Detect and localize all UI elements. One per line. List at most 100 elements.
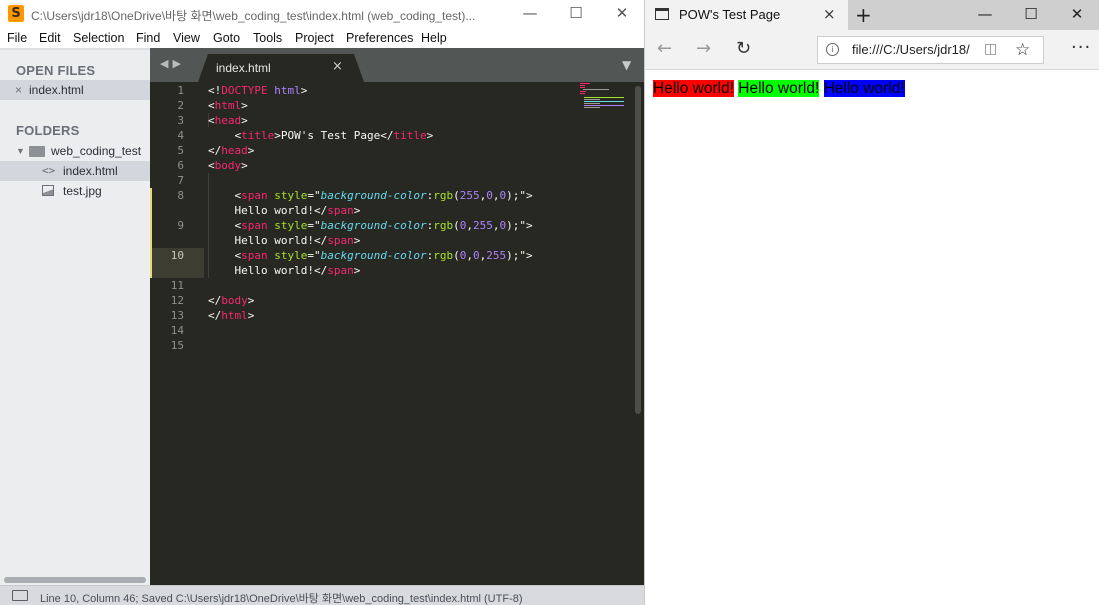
editor-scrollbar[interactable]: [635, 86, 641, 414]
hello-red-span: Hello world!: [653, 80, 734, 97]
code-line-4: <title>POW's Test Page</title>: [208, 129, 434, 142]
back-arrow-icon[interactable]: ←: [657, 38, 672, 59]
tab-dropdown-icon[interactable]: ▼: [622, 58, 631, 72]
code-file-icon: <>: [42, 164, 56, 177]
edge-minimize-button[interactable]: —: [962, 0, 1008, 30]
info-icon[interactable]: i: [826, 43, 839, 56]
code-line-5: </head>: [208, 144, 255, 157]
web-page-viewport: Hello world! Hello world! Hello world!: [645, 71, 1099, 605]
edge-toolbar: ← → ↻ i file:///C:/Users/jdr18/ ◫ ☆ ···: [645, 30, 1099, 70]
code-line-1: <!DOCTYPE html>: [208, 84, 308, 97]
line-number: 8: [177, 189, 184, 202]
sublime-title-bar: S C:\Users\jdr18\OneDrive\바탕 화면\web_codi…: [0, 0, 644, 28]
line-number: 11: [170, 279, 184, 292]
menu-file[interactable]: File: [7, 31, 27, 45]
edge-tab[interactable]: POW's Test Page ×: [645, 0, 848, 30]
code-line-2: <html>: [208, 99, 248, 112]
minimap[interactable]: [580, 82, 636, 122]
refresh-icon[interactable]: ↻: [736, 38, 751, 59]
menu-goto[interactable]: Goto: [213, 31, 240, 45]
code-line-8: <span style="background-color:rgb(255,0,…: [208, 189, 533, 202]
reading-view-icon[interactable]: ◫: [984, 41, 997, 57]
edge-window: POW's Test Page × + — ☐ ✕ ← → ↻ i file:/…: [644, 0, 1099, 605]
edge-tab-close-icon[interactable]: ×: [823, 5, 836, 23]
address-bar[interactable]: i file:///C:/Users/jdr18/ ◫ ☆: [817, 36, 1044, 64]
tab-label[interactable]: index.html: [216, 61, 271, 75]
page-content: Hello world! Hello world! Hello world!: [653, 80, 905, 98]
tab-nav-arrows-icon[interactable]: ◀▶: [160, 57, 185, 70]
line-number: 6: [177, 159, 184, 172]
code-line-9: <span style="background-color:rgb(0,255,…: [208, 219, 533, 232]
code-line-8-wrap: Hello world!</span>: [234, 204, 361, 217]
folders-header: FOLDERS: [16, 123, 80, 138]
line-number: 15: [170, 339, 184, 352]
code-line-10: <span style="background-color:rgb(0,0,25…: [208, 249, 533, 262]
line-number: 2: [177, 99, 184, 112]
sidebar-file-test-jpg[interactable]: test.jpg: [0, 181, 150, 201]
open-file-label: index.html: [29, 83, 84, 97]
folder-item[interactable]: ▼ web_coding_test: [0, 141, 150, 161]
image-file-icon: [42, 185, 54, 196]
page-tab-icon: [655, 8, 669, 20]
sidebar-file-label: test.jpg: [63, 184, 102, 198]
sidebar: OPEN FILES × index.html FOLDERS ▼ web_co…: [0, 48, 150, 585]
forward-arrow-icon[interactable]: →: [696, 38, 711, 59]
code-line-9-wrap: Hello world!</span>: [234, 234, 361, 247]
menu-view[interactable]: View: [173, 31, 200, 45]
favorite-star-icon[interactable]: ☆: [1015, 40, 1030, 60]
line-number: 3: [177, 114, 184, 127]
menu-project[interactable]: Project: [295, 31, 334, 45]
line-number: 7: [177, 174, 184, 187]
code-line-3: <head>: [208, 114, 248, 127]
menu-help[interactable]: Help: [421, 31, 447, 45]
edge-tab-title[interactable]: POW's Test Page: [679, 7, 780, 22]
code-line-13: </html>: [208, 309, 255, 322]
sidebar-file-index[interactable]: <> index.html: [0, 161, 150, 181]
tab-close-icon[interactable]: ×: [332, 59, 343, 74]
line-number-gutter: 1 2 3 4 5 6 7 8 9 10 11 12 13 14 15: [150, 82, 198, 585]
menu-edit[interactable]: Edit: [39, 31, 61, 45]
code-editor[interactable]: 1 2 3 4 5 6 7 8 9 10 11 12 13 14 15 <!DO…: [150, 82, 644, 585]
folder-expand-icon[interactable]: ▼: [16, 141, 25, 161]
line-number: 10: [170, 249, 184, 262]
line-number: 13: [170, 309, 184, 322]
menu-preferences[interactable]: Preferences: [346, 31, 413, 45]
status-text: Line 10, Column 46; Saved C:\Users\jdr18…: [40, 593, 523, 605]
line-number: 5: [177, 144, 184, 157]
edge-maximize-button[interactable]: ☐: [1008, 0, 1054, 30]
line-number: 14: [170, 324, 184, 337]
panel-toggle-icon[interactable]: [12, 590, 28, 601]
line-number: 4: [177, 129, 184, 142]
menu-tools[interactable]: Tools: [253, 31, 282, 45]
edge-tab-strip: POW's Test Page × + — ☐ ✕: [645, 0, 1099, 30]
more-menu-icon[interactable]: ···: [1071, 37, 1091, 58]
open-files-header: OPEN FILES: [16, 63, 96, 78]
line-number: 1: [177, 84, 184, 97]
sidebar-file-label: index.html: [63, 164, 118, 178]
sublime-window-title: C:\Users\jdr18\OneDrive\바탕 화면\web_coding…: [31, 9, 476, 23]
edge-close-button[interactable]: ✕: [1054, 0, 1099, 30]
sublime-menu-bar: File Edit Selection Find View Goto Tools…: [0, 28, 644, 48]
hello-green-span: Hello world!: [738, 80, 820, 97]
hello-blue-span: Hello world!: [823, 80, 905, 97]
sublime-minimize-button[interactable]: —: [507, 0, 553, 28]
line-number: 12: [170, 294, 184, 307]
folder-icon: [29, 146, 45, 157]
code-line-12: </body>: [208, 294, 255, 307]
address-text[interactable]: file:///C:/Users/jdr18/: [852, 42, 970, 57]
open-file-item[interactable]: × index.html: [0, 80, 150, 100]
open-file-close-icon[interactable]: ×: [15, 80, 22, 100]
menu-selection[interactable]: Selection: [73, 31, 124, 45]
folder-label: web_coding_test: [51, 144, 142, 158]
code-line-6: <body>: [208, 159, 248, 172]
new-tab-button[interactable]: +: [855, 3, 872, 27]
menu-find[interactable]: Find: [136, 31, 160, 45]
sidebar-scrollbar[interactable]: [4, 577, 146, 583]
sublime-close-button[interactable]: ✕: [599, 0, 645, 28]
sublime-logo-icon: S: [8, 5, 24, 22]
editor-tab-bar: ◀▶ index.html × ▼: [150, 48, 644, 82]
status-bar: Line 10, Column 46; Saved C:\Users\jdr18…: [0, 585, 644, 605]
sublime-window: S C:\Users\jdr18\OneDrive\바탕 화면\web_codi…: [0, 0, 644, 605]
code-line-10-wrap: Hello world!</span>: [234, 264, 361, 277]
sublime-maximize-button[interactable]: ☐: [553, 0, 599, 28]
